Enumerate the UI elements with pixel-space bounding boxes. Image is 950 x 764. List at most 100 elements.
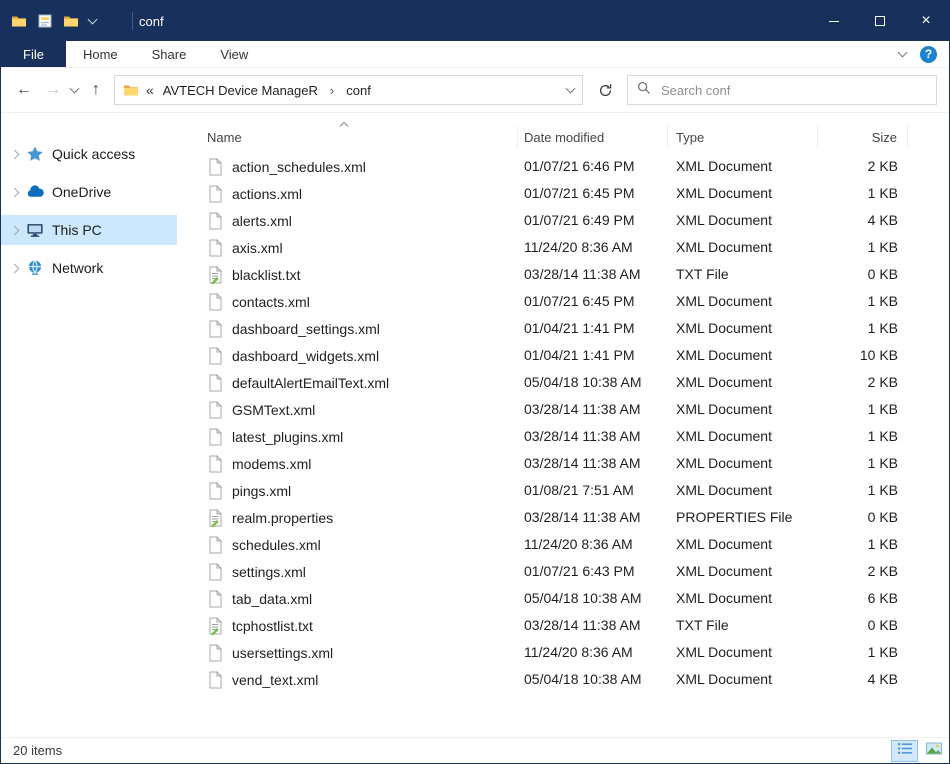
file-name: pings.xml: [232, 483, 291, 499]
file-date-modified: 05/04/18 10:38 AM: [518, 666, 668, 693]
file-type: XML Document: [668, 423, 818, 450]
expand-chevron-icon[interactable]: [10, 263, 20, 273]
file-row[interactable]: GSMText.xml 03/28/14 11:38 AM XML Docume…: [177, 396, 949, 423]
forward-button[interactable]: →: [42, 81, 64, 99]
title-bar: conf ×: [1, 1, 949, 41]
file-row[interactable]: latest_plugins.xml 03/28/14 11:38 AM XML…: [177, 423, 949, 450]
column-header-date-modified[interactable]: Date modified: [518, 126, 668, 148]
address-dropdown-chevron-icon[interactable]: [566, 83, 576, 93]
file-row[interactable]: tab_data.xml 05/04/18 10:38 AM XML Docum…: [177, 585, 949, 612]
file-row[interactable]: blacklist.txt 03/28/14 11:38 AM TXT File…: [177, 261, 949, 288]
expand-chevron-icon[interactable]: [10, 187, 20, 197]
network-globe-icon: [26, 259, 44, 277]
file-date-modified: 01/07/21 6:45 PM: [518, 180, 668, 207]
file-name: action_schedules.xml: [232, 159, 366, 175]
file-name: schedules.xml: [232, 537, 321, 553]
file-icon: [207, 347, 223, 365]
breadcrumb-overflow[interactable]: «: [146, 82, 154, 98]
file-size: 0 KB: [818, 504, 908, 531]
customize-toolbar-chevron-icon[interactable]: [88, 14, 98, 24]
file-name: blacklist.txt: [232, 267, 300, 283]
tab-home[interactable]: Home: [66, 41, 135, 67]
breadcrumb-item[interactable]: conf: [344, 83, 373, 98]
maximize-icon: [875, 16, 885, 26]
file-type: XML Document: [668, 234, 818, 261]
file-row[interactable]: settings.xml 01/07/21 6:43 PM XML Docume…: [177, 558, 949, 585]
sidebar-item-label: Network: [52, 260, 103, 276]
column-headers: Name Date modified Type Size: [177, 113, 949, 153]
file-icon: [207, 158, 223, 176]
file-row[interactable]: schedules.xml 11/24/20 8:36 AM XML Docum…: [177, 531, 949, 558]
file-type: XML Document: [668, 369, 818, 396]
sidebar-item-network[interactable]: Network: [1, 253, 177, 283]
sidebar-item-onedrive[interactable]: OneDrive: [1, 177, 177, 207]
tab-file[interactable]: File: [1, 41, 66, 67]
file-row[interactable]: actions.xml 01/07/21 6:45 PM XML Documen…: [177, 180, 949, 207]
search-box[interactable]: [627, 75, 937, 105]
file-size: 0 KB: [818, 261, 908, 288]
file-row[interactable]: dashboard_settings.xml 01/04/21 1:41 PM …: [177, 315, 949, 342]
quick-access-star-icon: [26, 145, 44, 163]
up-button[interactable]: ↑: [85, 81, 107, 99]
file-icon: [207, 617, 223, 635]
file-icon: [207, 644, 223, 662]
details-view-button[interactable]: [891, 740, 918, 762]
file-row[interactable]: pings.xml 01/08/21 7:51 AM XML Document …: [177, 477, 949, 504]
file-name: vend_text.xml: [232, 672, 318, 688]
expand-chevron-icon[interactable]: [10, 149, 20, 159]
help-button[interactable]: ?: [920, 46, 937, 63]
file-type: XML Document: [668, 153, 818, 180]
file-date-modified: 01/07/21 6:43 PM: [518, 558, 668, 585]
ribbon-tab-bar: File Home Share View ?: [1, 41, 949, 68]
file-date-modified: 01/07/21 6:49 PM: [518, 207, 668, 234]
sidebar-item-this-pc[interactable]: This PC: [1, 215, 177, 245]
back-button[interactable]: ←: [13, 81, 35, 99]
file-size: 0 KB: [818, 612, 908, 639]
file-row[interactable]: usersettings.xml 11/24/20 8:36 AM XML Do…: [177, 639, 949, 666]
file-row[interactable]: vend_text.xml 05/04/18 10:38 AM XML Docu…: [177, 666, 949, 693]
recent-locations-chevron-icon[interactable]: [70, 83, 80, 93]
file-icon: [207, 509, 223, 527]
column-header-type[interactable]: Type: [668, 126, 818, 148]
sidebar-item-label: Quick access: [52, 146, 135, 162]
file-type: XML Document: [668, 315, 818, 342]
file-type: XML Document: [668, 666, 818, 693]
expand-chevron-icon[interactable]: [10, 225, 20, 235]
file-name: tab_data.xml: [232, 591, 312, 607]
file-row[interactable]: action_schedules.xml 01/07/21 6:46 PM XM…: [177, 153, 949, 180]
close-button[interactable]: ×: [903, 1, 949, 41]
file-date-modified: 05/04/18 10:38 AM: [518, 369, 668, 396]
file-size: 1 KB: [818, 450, 908, 477]
new-folder-icon[interactable]: [63, 13, 79, 29]
thumbnails-view-button[interactable]: [920, 740, 947, 762]
address-bar[interactable]: « AVTECH Device ManageR › conf: [114, 75, 583, 105]
file-row[interactable]: modems.xml 03/28/14 11:38 AM XML Documen…: [177, 450, 949, 477]
maximize-button[interactable]: [857, 1, 903, 41]
file-type: XML Document: [668, 477, 818, 504]
breadcrumb-item[interactable]: AVTECH Device ManageR: [161, 83, 320, 98]
file-row[interactable]: alerts.xml 01/07/21 6:49 PM XML Document…: [177, 207, 949, 234]
file-row[interactable]: realm.properties 03/28/14 11:38 AM PROPE…: [177, 504, 949, 531]
file-size: 1 KB: [818, 180, 908, 207]
column-header-size[interactable]: Size: [818, 126, 908, 148]
file-name: actions.xml: [232, 186, 302, 202]
file-row[interactable]: tcphostlist.txt 03/28/14 11:38 AM TXT Fi…: [177, 612, 949, 639]
file-row[interactable]: axis.xml 11/24/20 8:36 AM XML Document 1…: [177, 234, 949, 261]
file-row[interactable]: contacts.xml 01/07/21 6:45 PM XML Docume…: [177, 288, 949, 315]
minimize-button[interactable]: [811, 1, 857, 41]
tab-view[interactable]: View: [203, 41, 265, 67]
file-icon: [207, 428, 223, 446]
file-icon: [207, 320, 223, 338]
file-name: usersettings.xml: [232, 645, 333, 661]
column-header-name[interactable]: Name: [177, 126, 518, 148]
tab-share[interactable]: Share: [135, 41, 204, 67]
search-input[interactable]: [659, 82, 927, 99]
file-date-modified: 03/28/14 11:38 AM: [518, 423, 668, 450]
ribbon-expand-chevron-icon[interactable]: [898, 47, 908, 57]
sidebar-item-quick-access[interactable]: Quick access: [1, 139, 177, 169]
refresh-button[interactable]: [590, 83, 620, 98]
titlebar-separator: [132, 12, 133, 30]
properties-icon[interactable]: [37, 13, 53, 29]
file-row[interactable]: defaultAlertEmailText.xml 05/04/18 10:38…: [177, 369, 949, 396]
file-row[interactable]: dashboard_widgets.xml 01/04/21 1:41 PM X…: [177, 342, 949, 369]
